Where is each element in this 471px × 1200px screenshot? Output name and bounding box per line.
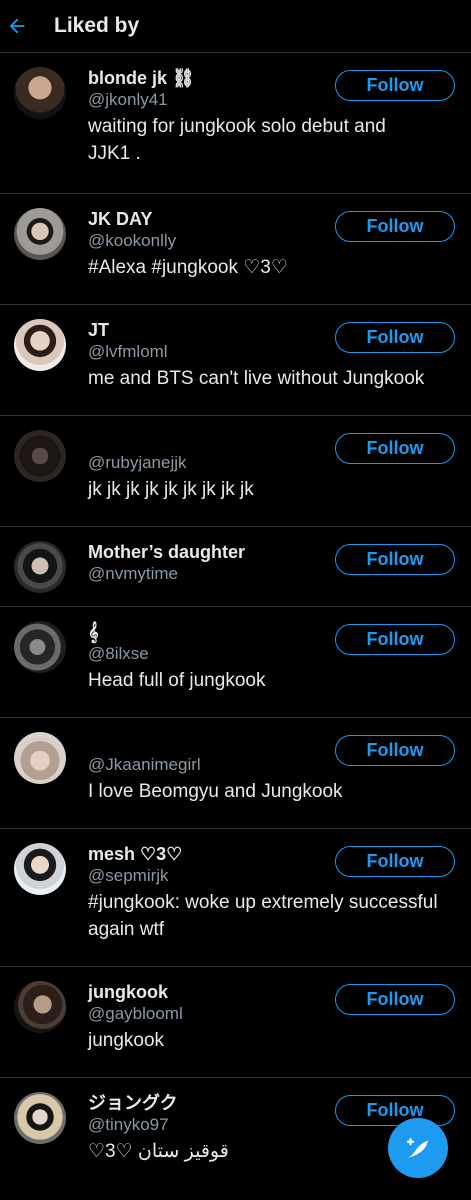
display-name: JK DAY xyxy=(88,209,153,229)
avatar[interactable] xyxy=(14,843,66,895)
top-bar: Liked by xyxy=(0,0,471,53)
avatar[interactable] xyxy=(14,208,66,260)
display-name: Mother’s daughter xyxy=(88,542,246,562)
avatar[interactable] xyxy=(14,319,66,371)
follow-button[interactable]: Follow xyxy=(335,544,455,575)
user-bio: jk jk jk jk jk jk jk jk jk xyxy=(88,479,254,500)
follow-button[interactable]: Follow xyxy=(335,70,455,101)
user-handle: @nvmytime xyxy=(88,564,178,583)
avatar[interactable] xyxy=(14,732,66,784)
user-row[interactable]: JK DAY @kookonlly #Alexa #jungkook ♡3♡ F… xyxy=(0,194,471,305)
follow-button[interactable]: Follow xyxy=(335,433,455,464)
user-row[interactable]: jungkook @gayblooml jungkook Follow xyxy=(0,967,471,1078)
follow-button[interactable]: Follow xyxy=(335,322,455,353)
user-bio: Head full of jungkook xyxy=(88,670,266,691)
compose-feather-icon xyxy=(406,1138,428,1158)
follow-button[interactable]: Follow xyxy=(335,211,455,242)
user-bio: #Alexa #jungkook ♡3♡ xyxy=(88,257,288,278)
user-row[interactable]: @Jkaanimegirl I love Beomgyu and Jungkoo… xyxy=(0,718,471,829)
page-title: Liked by xyxy=(54,14,140,37)
avatar[interactable] xyxy=(14,621,66,673)
user-handle: @lvfmloml xyxy=(88,342,168,361)
user-handle: @8ilxse xyxy=(88,644,149,663)
user-handle: @jkonly41 xyxy=(88,90,168,109)
back-arrow-icon[interactable] xyxy=(0,0,48,52)
user-row[interactable]: blonde jk ⛓ @jkonly41 waiting for jungko… xyxy=(0,53,471,194)
display-name: blonde jk ⛓ xyxy=(88,68,195,88)
user-bio: #jungkook: woke up extremely successful … xyxy=(88,892,438,940)
user-bio: jungkook xyxy=(88,1030,165,1051)
follow-button[interactable]: Follow xyxy=(335,1095,455,1126)
display-name: jungkook xyxy=(88,982,168,1002)
user-row[interactable]: Mother’s daughter @nvmytime Follow xyxy=(0,527,471,607)
user-handle: @rubyjanejjk xyxy=(88,453,187,472)
display-name: JT xyxy=(88,320,110,340)
user-row[interactable]: JT @lvfmloml me and BTS can't live witho… xyxy=(0,305,471,416)
user-handle: @Jkaanimegirl xyxy=(88,755,201,774)
user-bio: me and BTS can't live without Jungkook xyxy=(88,368,425,389)
avatar[interactable] xyxy=(14,1092,66,1144)
follow-button[interactable]: Follow xyxy=(335,735,455,766)
user-bio: waiting for jungkook solo debut and JJK1… xyxy=(88,116,386,164)
display-name xyxy=(88,732,361,754)
user-handle: @gayblooml xyxy=(88,1004,183,1023)
user-row[interactable]: 𝄞 @8ilxse Head full of jungkook Follow xyxy=(0,607,471,718)
user-bio: I love Beomgyu and Jungkook xyxy=(88,781,343,802)
display-name xyxy=(88,430,361,452)
follow-button[interactable]: Follow xyxy=(335,624,455,655)
avatar[interactable] xyxy=(14,430,66,482)
user-row[interactable]: mesh ♡3♡ @sepmirjk #jungkook: woke up ex… xyxy=(0,829,471,967)
display-name: ジョングク xyxy=(88,1093,178,1113)
user-row[interactable]: @rubyjanejjk jk jk jk jk jk jk jk jk jk … xyxy=(0,416,471,527)
user-handle: @kookonlly xyxy=(88,231,177,250)
display-name: 𝄞 xyxy=(88,622,99,642)
avatar[interactable] xyxy=(14,541,66,593)
liked-by-list: blonde jk ⛓ @jkonly41 waiting for jungko… xyxy=(0,53,471,1191)
display-name: mesh ♡3♡ xyxy=(88,844,183,864)
follow-button[interactable]: Follow xyxy=(335,846,455,877)
user-handle: @sepmirjk xyxy=(88,866,169,885)
user-handle: @tinyko97 xyxy=(88,1115,169,1134)
compose-tweet-button[interactable] xyxy=(388,1118,448,1178)
avatar[interactable] xyxy=(14,67,66,119)
avatar[interactable] xyxy=(14,981,66,1033)
follow-button[interactable]: Follow xyxy=(335,984,455,1015)
